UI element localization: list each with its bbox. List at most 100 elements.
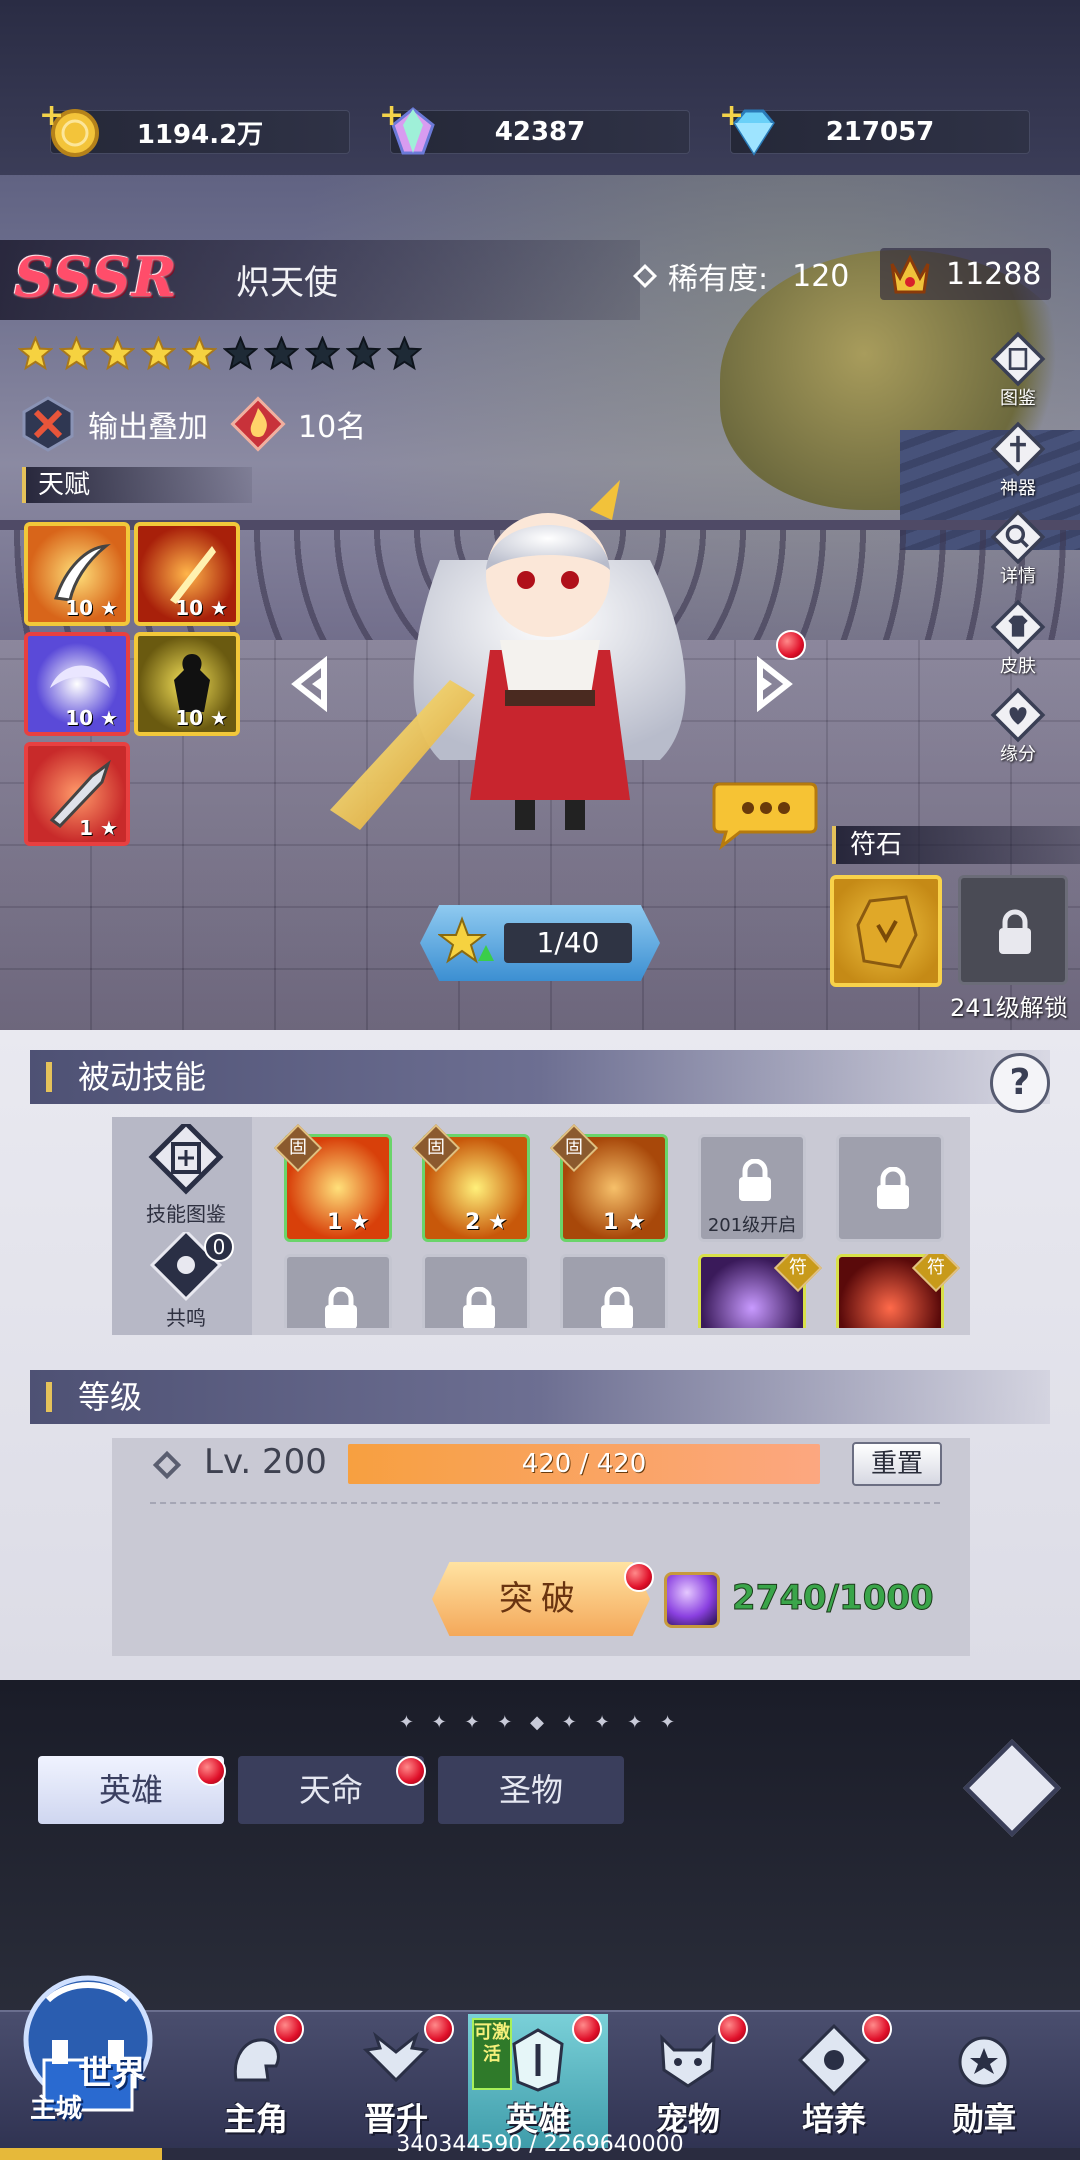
rune-skill-2[interactable]: 符 [836,1254,961,1328]
level-progress-text: 1/40 [504,923,632,963]
passive-skill-4-locked[interactable]: 201级开启 [698,1134,806,1242]
rarity-info: 稀有度: 120 [632,254,849,298]
passive-skill-1[interactable]: 固 1 ★ [273,1123,392,1242]
talent-level: 10 ★ [65,706,118,730]
codex-icon [990,331,1046,387]
star-upgrade-progress[interactable]: 1/40 [420,905,660,981]
crystal-currency[interactable]: + 42387 [379,101,690,155]
rune-skill-1[interactable]: 符 [698,1254,823,1328]
talent-slot-3[interactable]: 10 ★ [24,632,130,736]
star-filled-icon [100,336,135,371]
star-empty-icon [346,336,381,371]
notification-dot [718,2014,748,2044]
star-filled-icon [59,336,94,371]
star-upgrade-icon [438,916,494,964]
hero-tags: 输出叠加 10名 [20,396,376,452]
talent-slot-5[interactable]: 1 ★ [24,742,130,846]
dashed-divider [150,1502,940,1504]
rune-badge-icon: 符 [911,1254,961,1293]
hero-exp-bar: 420 / 420 [348,1444,820,1484]
diamond-value: 217057 [825,117,935,147]
hero-power: 11288 [880,248,1052,300]
rune-unlock-text: 241级解锁 [950,994,1068,1022]
talent-level: 10 ★ [175,596,228,620]
hero-level-text: Lv. 200 [204,1442,327,1482]
side-bond-label: 缘分 [1000,744,1036,765]
talent-section-label: 天赋 [22,467,252,503]
side-codex-label: 图鉴 [1000,388,1036,409]
rune-stone-icon [856,895,918,969]
notification-dot [572,2014,602,2044]
side-details-label: 详情 [1000,566,1036,587]
passive-skill-2[interactable]: 固 2 ★ [411,1123,530,1242]
level-section-header: 等级 [30,1370,1050,1424]
diamond-bullet-icon [632,263,658,289]
talent-slot-2[interactable]: 10 ★ [134,522,240,626]
gold-currency[interactable]: + 1194.2万 [39,101,350,157]
ornament-divider: ✦ ✦ ✦ ✦ ◆ ✦ ✦ ✦ ✦ [398,1712,682,1733]
notification-dot [776,630,806,660]
power-value: 11288 [946,256,1042,292]
talent-level: 10 ★ [65,596,118,620]
rune-slot-locked[interactable] [958,875,1068,985]
orb-count-text: 2740/1000 [732,1578,935,1619]
skill-level: 1 ★ [603,1210,646,1235]
star-filled-icon [182,336,217,371]
star-filled-icon [141,336,176,371]
breakthrough-button[interactable]: 突破 [432,1562,650,1636]
rarity-label: 稀有度: [668,262,769,297]
flame-icon [230,396,286,452]
nav-protagonist[interactable]: 主角 [186,2020,326,2150]
chat-bubble-icon[interactable] [710,780,818,850]
passive-skill-8-locked[interactable] [560,1254,668,1328]
notification-dot [274,2014,304,2044]
notification-dot [624,1562,654,1592]
tag-label-role: 输出叠加 [88,410,208,445]
star-empty-icon [223,336,258,371]
rune-slot[interactable] [830,875,942,987]
star-filled-icon [18,336,53,371]
heart-icon [990,687,1046,743]
world-button[interactable]: 世界 主城 [8,1960,168,2140]
tab-relic[interactable]: 圣物 [438,1756,624,1824]
skill-codex-button[interactable]: 技能图鉴 [138,1119,234,1226]
side-details-button[interactable]: 详情 [978,508,1058,588]
rune-section-label: 符石 [832,826,1080,864]
world-label: 世界 [78,2054,146,2094]
side-bond-button[interactable]: 缘分 [978,686,1058,766]
help-button[interactable]: ? [990,1053,1050,1113]
side-codex-button[interactable]: 图鉴 [978,330,1058,410]
nav-medals[interactable]: 勋章 [914,2020,1054,2150]
lock-icon [999,909,1031,954]
reset-button[interactable]: 重置 [852,1442,942,1486]
crystal-value: 42387 [494,117,586,147]
prev-hero-arrow-icon[interactable] [286,656,342,712]
lock-icon [601,1287,633,1328]
rune-badge-icon: 符 [773,1254,823,1293]
passive-skill-6-locked[interactable] [284,1254,392,1328]
notification-dot [862,2014,892,2044]
add-crystal-icon[interactable]: + [379,101,404,131]
talent-level: 10 ★ [175,706,228,730]
lock-icon [877,1167,909,1209]
talent-slot-1[interactable]: 10 ★ [24,522,130,626]
home-label: 主城 [30,2094,83,2124]
side-skin-label: 皮肤 [1000,656,1036,677]
add-gold-icon[interactable]: + [39,101,64,131]
magnifier-icon [990,509,1046,565]
star-empty-icon [305,336,340,371]
star-rating [18,336,422,371]
medal-icon [958,2036,1010,2088]
gold-value: 1194.2万 [136,119,264,150]
passive-skill-5-locked[interactable] [836,1134,944,1242]
next-hero-arrow-icon[interactable] [742,656,798,712]
star-empty-icon [387,336,422,371]
diamond-currency[interactable]: + 217057 [719,101,1030,156]
talent-slot-4[interactable]: 10 ★ [134,632,240,736]
passive-skills-header: 被动技能 [30,1050,1050,1104]
side-artifact-button[interactable]: 神器 [978,420,1058,500]
passive-skill-7-locked[interactable] [422,1254,530,1328]
side-skin-button[interactable]: 皮肤 [978,598,1058,678]
add-diamond-icon[interactable]: + [719,101,744,131]
passive-skill-3[interactable]: 固 1 ★ [549,1123,668,1242]
